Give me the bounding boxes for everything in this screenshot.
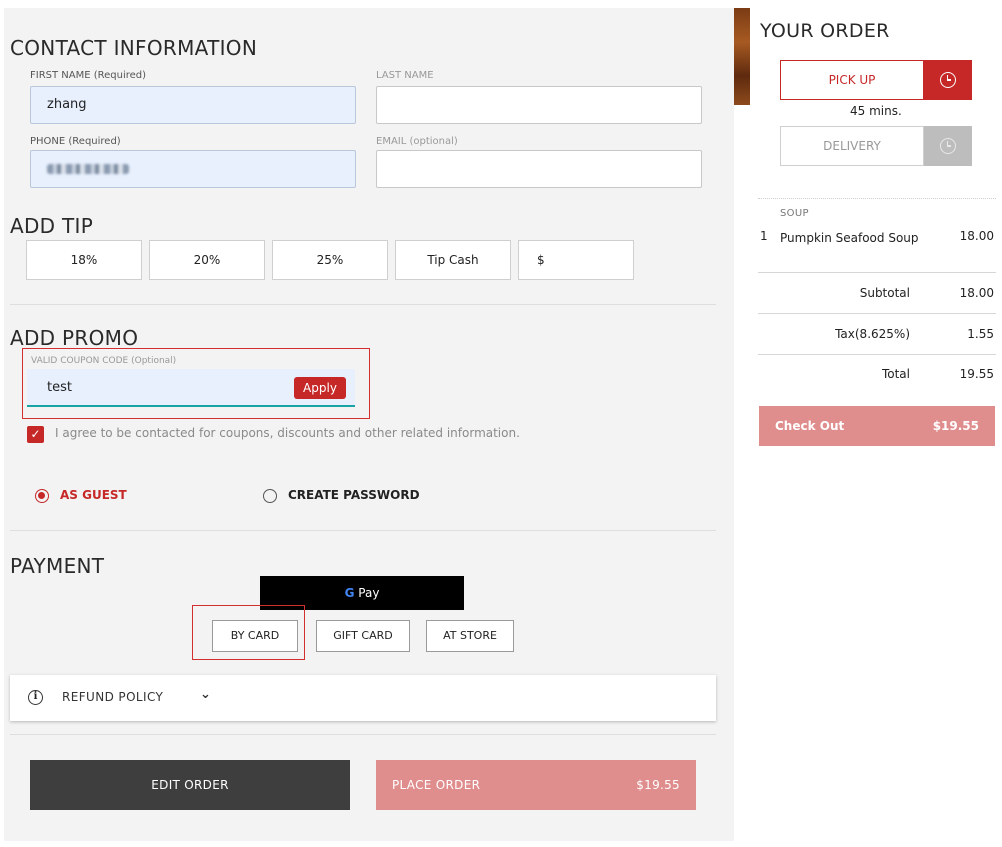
place-order-total: $19.55 [636,778,680,792]
tip-cash-button[interactable]: Tip Cash [395,240,511,280]
delivery-button[interactable]: DELIVERY [780,126,924,166]
delivery-time-button[interactable] [924,126,972,166]
by-card-button[interactable]: BY CARD [212,620,298,652]
email-field[interactable] [376,150,702,188]
subtotal-label: Subtotal [859,286,910,300]
google-g-icon: G [344,586,355,600]
promo-section-title: ADD PROMO [10,326,139,350]
order-divider [758,313,996,314]
first-name-field[interactable]: zhang [30,86,356,124]
custom-tip-input[interactable]: $ [518,240,634,280]
pick-up-time-button[interactable] [924,60,972,100]
order-title: YOUR ORDER [760,20,890,42]
tip-25-button[interactable]: 25% [272,240,388,280]
phone-field[interactable] [30,150,356,188]
google-pay-label: Pay [358,586,380,600]
clock-icon [940,138,956,154]
item-price: 18.00 [959,229,994,243]
chevron-down-icon: ⌄ [200,687,211,702]
order-divider [758,354,996,355]
contact-section-title: CONTACT INFORMATION [10,36,258,60]
tip-20-button[interactable]: 20% [149,240,265,280]
total-label: Total [881,367,910,381]
order-divider [758,198,996,199]
item-quantity: 1 [760,229,768,243]
create-password-radio[interactable] [263,489,277,503]
coupon-label: VALID COUPON CODE (Optional) [31,356,177,366]
place-order-button[interactable]: PLACE ORDER $19.55 [376,760,696,810]
at-store-button[interactable]: AT STORE [426,620,514,652]
refund-policy-label: REFUND POLICY [62,690,164,704]
as-guest-label[interactable]: AS GUEST [60,488,127,502]
total-value: 19.55 [959,367,994,381]
order-divider [758,272,996,273]
apply-coupon-button[interactable]: Apply [294,377,346,399]
checkout-page: CONTACT INFORMATION FIRST NAME (Required… [0,0,1002,847]
refund-policy-accordion[interactable]: i REFUND POLICY ⌄ [10,675,716,721]
info-icon: i [28,690,43,705]
item-name: Pumpkin Seafood Soup [780,231,919,245]
pick-up-button[interactable]: PICK UP [780,60,924,100]
restaurant-photo [734,8,750,105]
last-name-field[interactable] [376,86,702,124]
section-divider [10,734,716,735]
gift-card-button[interactable]: GIFT CARD [316,620,410,652]
create-password-label[interactable]: CREATE PASSWORD [288,488,420,502]
subtotal-value: 18.00 [959,286,994,300]
first-name-label: FIRST NAME (Required) [30,70,147,81]
tip-section-title: ADD TIP [10,214,94,238]
check-out-button[interactable]: Check Out $19.55 [759,406,995,446]
as-guest-radio[interactable] [35,489,49,503]
last-name-label: LAST NAME [376,70,434,81]
check-out-total: $19.55 [932,419,979,433]
check-out-label: Check Out [775,419,845,433]
tax-value: 1.55 [967,327,994,341]
edit-order-button[interactable]: EDIT ORDER [30,760,350,810]
payment-section-title: PAYMENT [10,554,105,578]
item-category: SOUP [780,208,809,219]
section-divider [10,530,716,531]
clock-icon [940,72,956,88]
email-label: EMAIL (optional) [376,136,458,147]
tax-label: Tax(8.625%) [835,327,910,341]
phone-label: PHONE (Required) [30,136,121,147]
tip-18-button[interactable]: 18% [26,240,142,280]
section-divider [10,304,716,305]
agree-checkbox[interactable]: ✓ [27,426,44,443]
agree-text: I agree to be contacted for coupons, dis… [55,426,520,440]
place-order-label: PLACE ORDER [392,778,481,792]
pickup-time: 45 mins. [850,104,902,118]
redacted-phone-value [47,164,129,174]
